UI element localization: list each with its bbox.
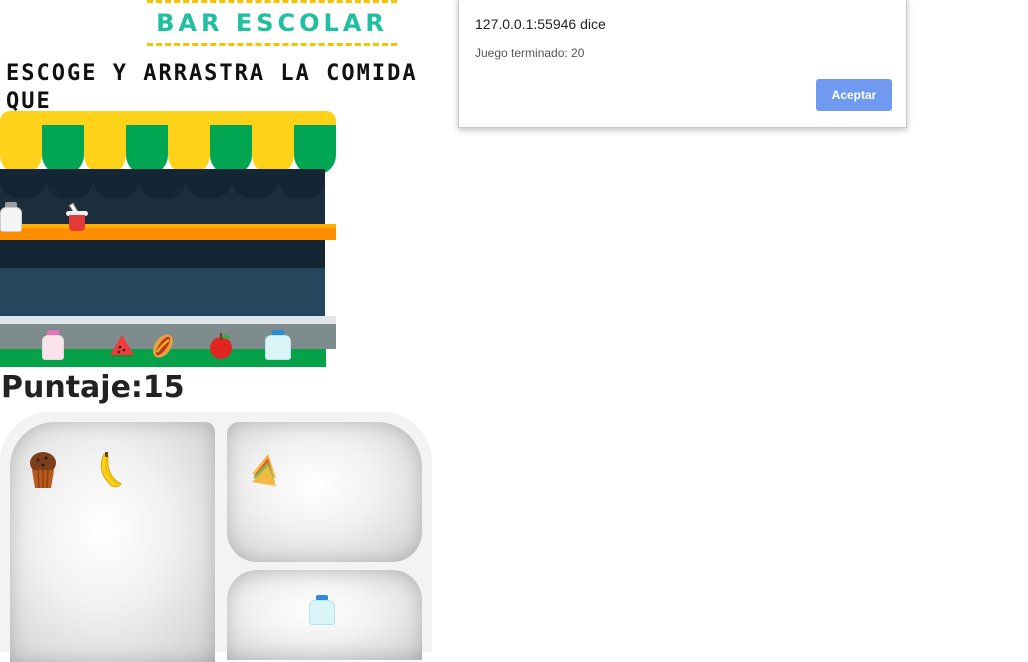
tray-compartment-top-right[interactable]: [227, 422, 422, 562]
shelf: [0, 224, 336, 240]
sandwich-icon[interactable]: [248, 450, 280, 490]
under-shelf: [0, 240, 325, 268]
milk-bottle-icon[interactable]: [0, 202, 22, 232]
page-title: BAR ESCOLAR: [156, 9, 388, 37]
awning: [0, 125, 336, 175]
accept-button[interactable]: Aceptar: [816, 79, 892, 111]
hot-dog-icon[interactable]: [150, 332, 176, 360]
water-bottle-icon[interactable]: [265, 330, 291, 360]
watermelon-icon[interactable]: [108, 333, 136, 357]
dialog-message: Juego terminado: 20: [475, 46, 585, 60]
alert-dialog: 127.0.0.1:55946 dice Juego terminado: 20…: [458, 0, 907, 128]
apple-icon[interactable]: [208, 332, 234, 360]
score-display: Puntaje:15: [1, 370, 185, 405]
food-tray[interactable]: [0, 412, 432, 662]
water-bottle-icon[interactable]: [309, 595, 335, 625]
score-value: 15: [142, 370, 185, 405]
yogurt-cup-icon[interactable]: [66, 202, 88, 233]
strawberry-milk-icon[interactable]: [42, 330, 64, 360]
scallops: [0, 169, 325, 199]
score-label: Puntaje:: [1, 370, 143, 405]
food-stall: [0, 111, 336, 369]
title-banner: BAR ESCOLAR: [147, 0, 397, 46]
muffin-icon[interactable]: [28, 450, 58, 490]
banana-icon[interactable]: [96, 450, 124, 490]
dialog-title: 127.0.0.1:55946 dice: [475, 16, 606, 32]
